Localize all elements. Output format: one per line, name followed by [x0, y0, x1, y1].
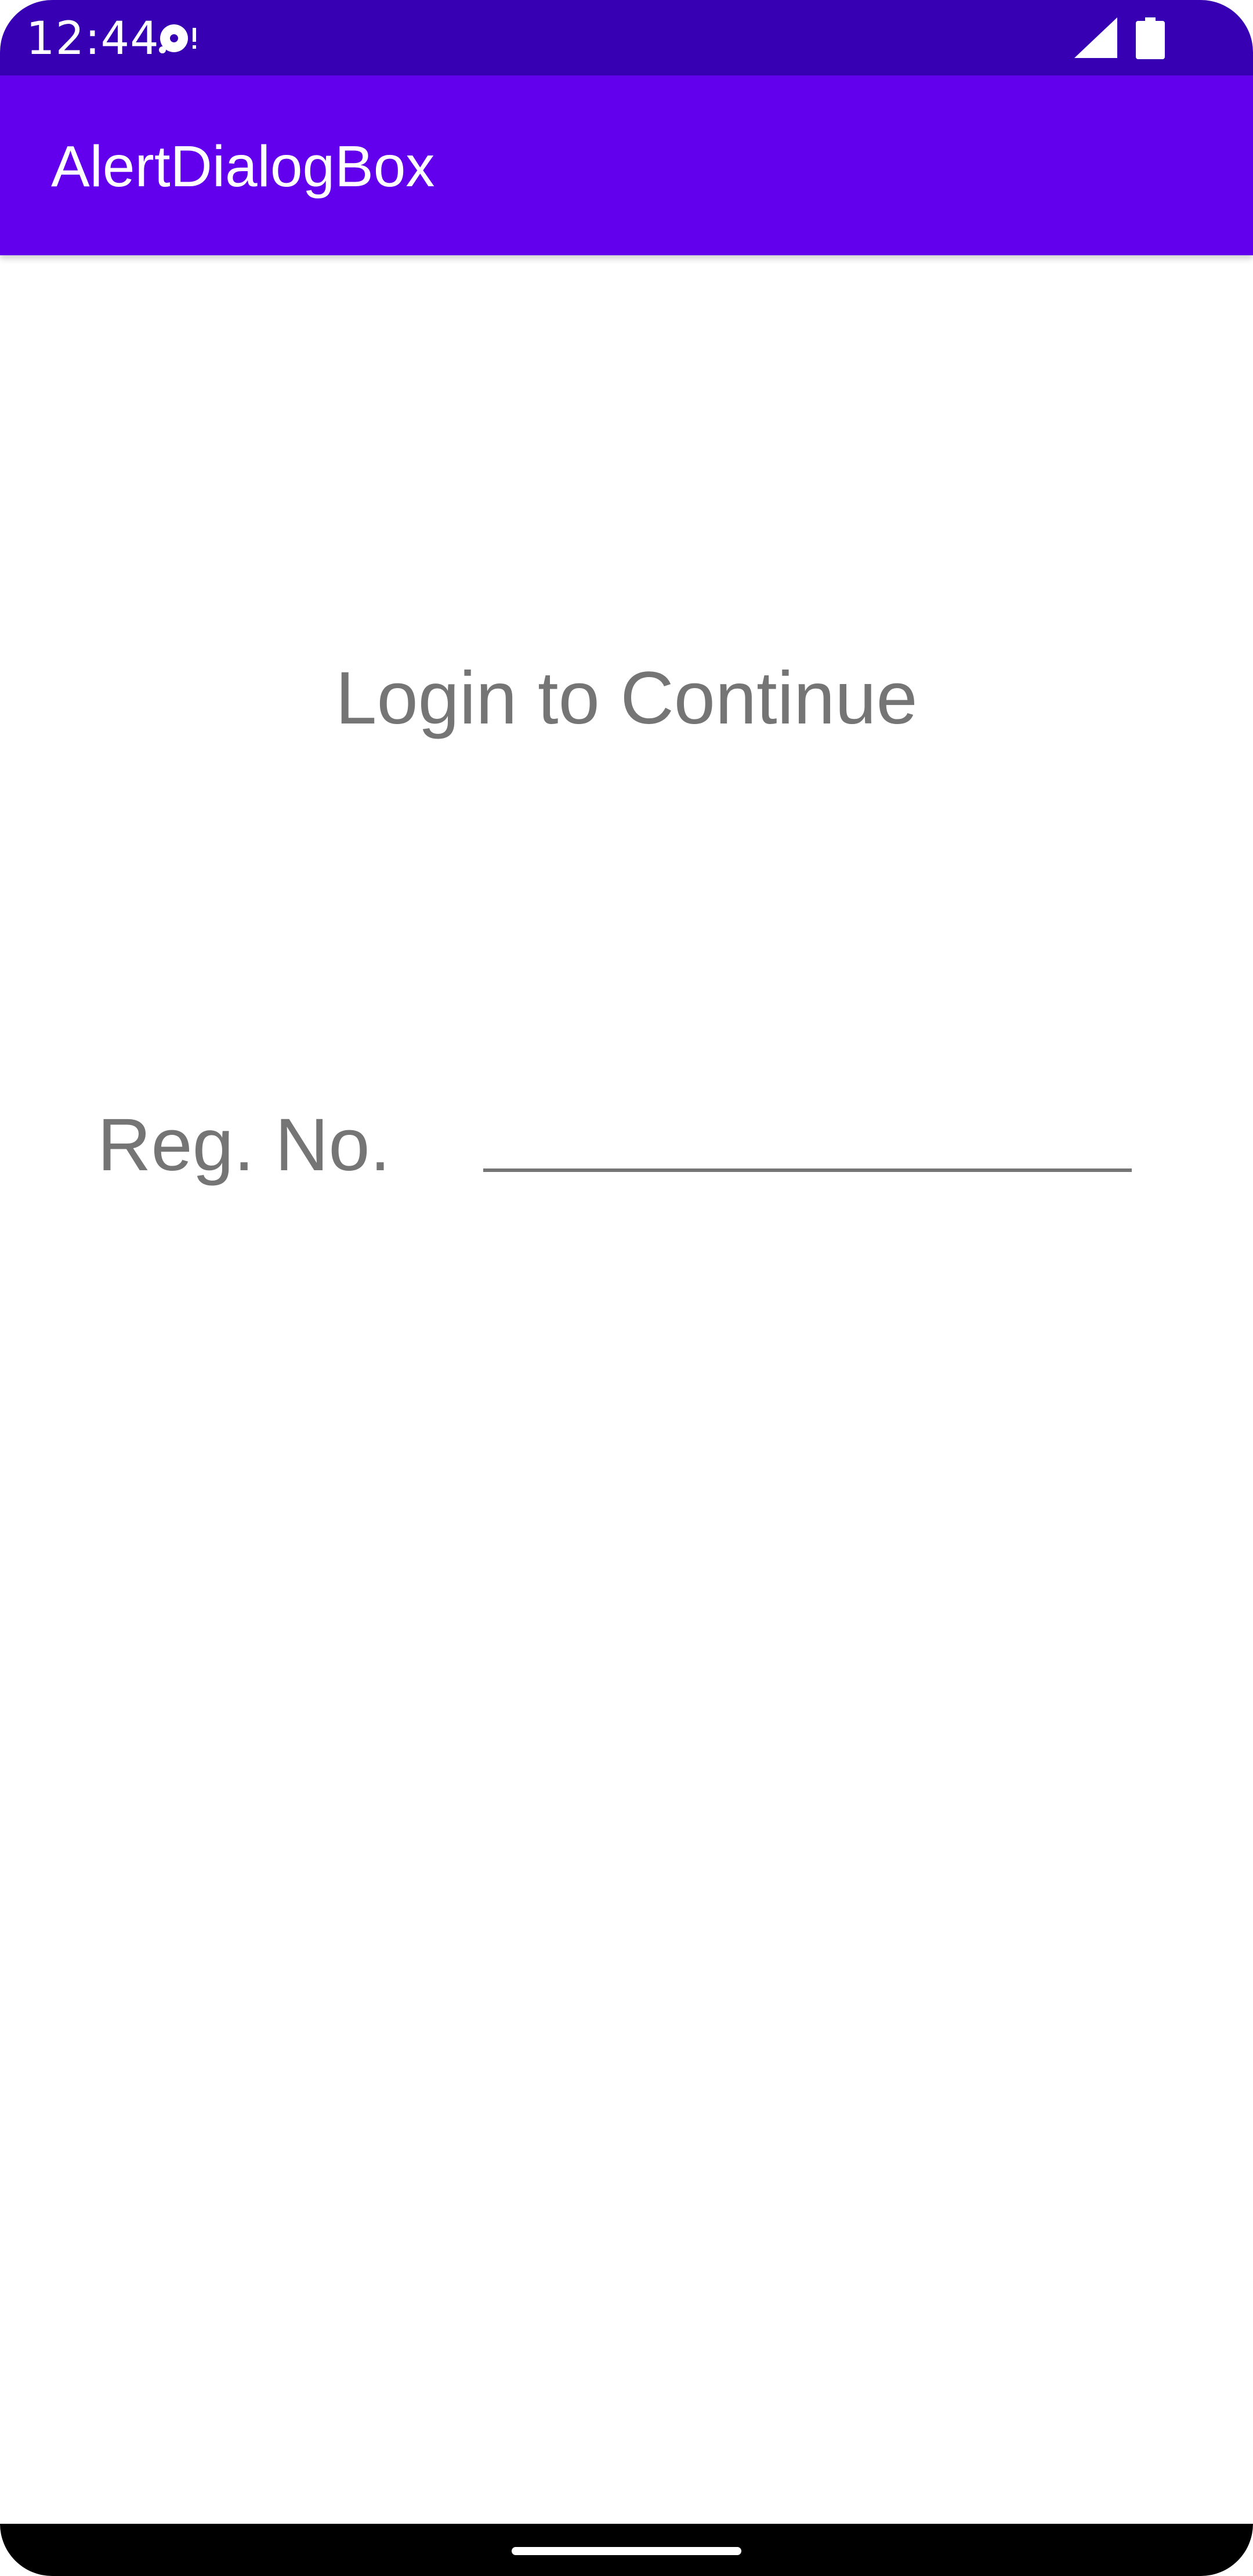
- status-bar: 12:44: [0, 0, 1253, 75]
- battery-icon: [1136, 17, 1165, 59]
- status-time: 12:44: [26, 13, 160, 65]
- home-gesture-handle[interactable]: [512, 2547, 741, 2555]
- app-screen: 12:44 AlertDialogBox Login to Continue R…: [0, 0, 1253, 2576]
- reg-no-label: Reg. No.: [97, 1104, 391, 1186]
- cellular-signal-icon: [1074, 17, 1117, 58]
- media-disc-icon: [159, 24, 196, 53]
- login-heading: Login to Continue: [335, 657, 918, 740]
- reg-no-input[interactable]: [483, 1102, 1132, 1172]
- app-title: AlertDialogBox: [51, 134, 435, 199]
- app-bar: AlertDialogBox: [0, 75, 1253, 255]
